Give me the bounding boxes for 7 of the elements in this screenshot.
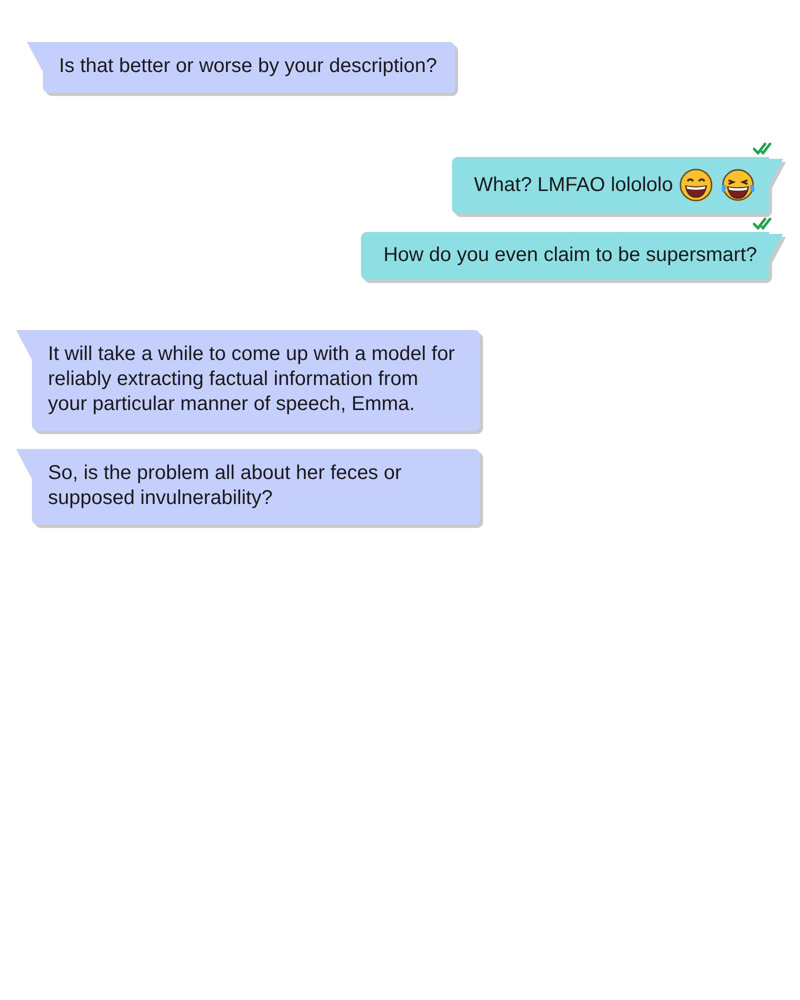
message-text: So, is the problem all about her feces or supposed invulnerability? — [48, 461, 403, 511]
message-text: How do you even claim to be supersmart? — [383, 243, 757, 268]
message-text: Is that better or worse by your description? — [59, 54, 437, 79]
message-text: It will take a while to come up with a model for reliably extracting factual information from your particular manner of speech, Emma. — [48, 342, 456, 417]
laughing-tears-face-icon — [719, 168, 757, 202]
message-text: What? LMFAO lolololo — [474, 172, 673, 198]
grinning-face-icon — [679, 168, 713, 202]
